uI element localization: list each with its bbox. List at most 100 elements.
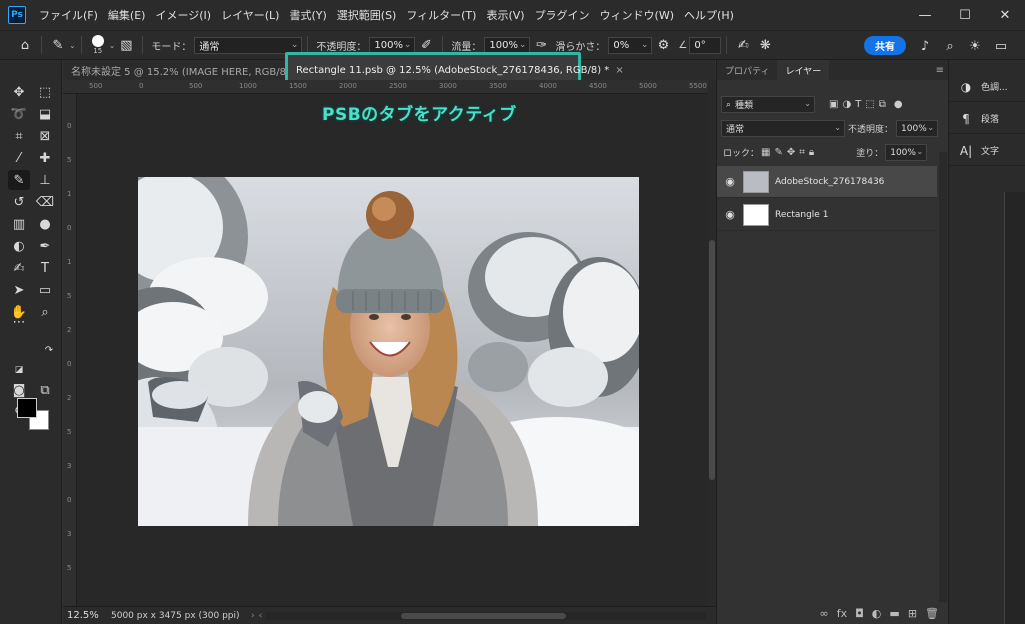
visibility-eye-icon[interactable]: ◉: [717, 175, 743, 188]
brush-preset-icon[interactable]: ✎: [47, 34, 69, 56]
canvas-vertical-scrollbar[interactable]: [708, 80, 716, 606]
chevron-down-icon[interactable]: ⌄: [109, 41, 116, 50]
layer-row[interactable]: ◉ Rectangle 1: [717, 199, 937, 231]
quick-mask-icon[interactable]: ◙: [8, 380, 30, 400]
object-select-tool-icon[interactable]: ⬓: [34, 104, 56, 124]
smoothing-field[interactable]: 0% ⌄: [608, 36, 653, 54]
share-button[interactable]: 共有: [864, 36, 906, 55]
scroll-thumb[interactable]: [709, 240, 715, 480]
trash-icon[interactable]: 🗑︎: [925, 607, 939, 620]
dock-paragraph[interactable]: ¶ 段落: [949, 104, 1025, 134]
lock-transparency-icon[interactable]: ▦: [761, 147, 770, 158]
filter-smart-object-icon[interactable]: ⧉: [879, 99, 886, 110]
gear-icon[interactable]: ⚙: [652, 34, 674, 56]
zoom-tool-icon[interactable]: ⌕: [34, 302, 56, 322]
menu-layer[interactable]: レイヤー(L): [216, 7, 284, 23]
marquee-tool-icon[interactable]: ⬚: [34, 82, 56, 102]
path-select-tool-icon[interactable]: ➤: [8, 280, 30, 300]
link-layers-icon[interactable]: ∞: [820, 607, 829, 620]
history-brush-tool-icon[interactable]: ↺: [8, 192, 30, 212]
swap-colors-icon[interactable]: ↷: [38, 340, 60, 360]
filter-type-icon[interactable]: T: [855, 99, 861, 110]
move-tool-icon[interactable]: ✥: [8, 82, 30, 102]
layer-style-icon[interactable]: fx: [837, 607, 847, 620]
workspace-icon[interactable]: ▭: [990, 35, 1012, 57]
crop-tool-icon[interactable]: ⌗: [8, 126, 30, 146]
discover-icon[interactable]: ☀: [964, 35, 986, 57]
menu-help[interactable]: ヘルプ(H): [679, 7, 739, 23]
fill-field[interactable]: 100% ⌄: [885, 144, 928, 161]
filter-pixel-icon[interactable]: ▣: [829, 99, 838, 110]
menu-type[interactable]: 書式(Y): [284, 7, 331, 23]
dock-adjustments[interactable]: ◑ 色調...: [949, 72, 1025, 102]
stamp-tool-icon[interactable]: ⊥: [34, 170, 56, 190]
close-window-button[interactable]: ✕: [985, 0, 1025, 30]
dodge-tool-icon[interactable]: ◐: [8, 236, 30, 256]
chevron-left-icon[interactable]: ‹: [259, 611, 263, 621]
maximize-button[interactable]: ☐: [945, 0, 985, 30]
menu-view[interactable]: 表示(V): [481, 7, 529, 23]
flow-field[interactable]: 100% ⌄: [484, 36, 531, 54]
panel-menu-icon[interactable]: ≡: [936, 65, 944, 76]
document-photo[interactable]: [138, 177, 639, 526]
new-group-icon[interactable]: ▬: [889, 607, 899, 620]
menu-file[interactable]: ファイル(F): [34, 7, 103, 23]
chevron-down-icon[interactable]: ⌄: [69, 41, 76, 50]
minimize-button[interactable]: —: [905, 0, 945, 30]
blend-mode-select[interactable]: 通常 ⌄: [721, 120, 845, 137]
add-mask-icon[interactable]: ◘: [855, 607, 864, 620]
filter-toggle-icon[interactable]: ●: [894, 99, 903, 110]
type-tool-icon[interactable]: T: [34, 258, 56, 278]
screen-mode-icon[interactable]: ⧉: [34, 380, 56, 400]
layers-scrollbar[interactable]: [939, 152, 947, 602]
scroll-thumb[interactable]: [401, 612, 567, 619]
menu-plugins[interactable]: プラグイン: [530, 7, 595, 23]
chevron-right-icon[interactable]: ›: [251, 611, 255, 621]
layer-opacity-field[interactable]: 100% ⌄: [896, 120, 939, 137]
brush-size-picker[interactable]: 15: [87, 35, 109, 55]
blur-tool-icon[interactable]: ●: [34, 214, 56, 234]
pen-tool-icon[interactable]: ✒: [34, 236, 56, 256]
frame-tool-icon[interactable]: ⊠: [34, 126, 56, 146]
pressure-size-icon[interactable]: ✍: [732, 34, 754, 56]
menu-filter[interactable]: フィルター(T): [401, 7, 481, 23]
lock-all-icon[interactable]: 🔒︎: [809, 147, 814, 158]
more-tools-icon[interactable]: ⋯: [8, 312, 30, 332]
eraser-tool-icon[interactable]: ⌫: [34, 192, 56, 212]
close-icon[interactable]: ×: [615, 65, 623, 76]
new-layer-icon[interactable]: ⊞: [908, 607, 917, 620]
menu-image[interactable]: イメージ(I): [150, 7, 216, 23]
healing-brush-tool-icon[interactable]: ✚: [34, 148, 56, 168]
brush-settings-icon[interactable]: ▧: [115, 34, 137, 56]
tab-layers[interactable]: レイヤー: [777, 60, 830, 80]
menu-select[interactable]: 選択範囲(S): [332, 7, 402, 23]
search-icon[interactable]: ⌕: [939, 35, 961, 57]
menu-window[interactable]: ウィンドウ(W): [595, 7, 679, 23]
rectangle-tool-icon[interactable]: ▭: [34, 280, 56, 300]
mode-select[interactable]: 通常 ⌄: [194, 36, 303, 54]
lock-pixels-icon[interactable]: ✎: [774, 147, 782, 158]
lock-position-icon[interactable]: ✥: [787, 147, 795, 158]
tab-properties[interactable]: プロパティ: [717, 60, 777, 80]
canvas-area[interactable]: [77, 94, 708, 606]
canvas-horizontal-scrollbar[interactable]: [266, 611, 707, 620]
lock-artboard-icon[interactable]: ⌗: [799, 147, 805, 158]
tab-untitled-5[interactable]: 名称未設定 5 @ 15.2% (IMAGE HERE, RGB/8) * ×: [71, 60, 312, 80]
lasso-tool-icon[interactable]: ➰: [8, 104, 30, 124]
foreground-color-swatch[interactable]: [17, 398, 37, 418]
opacity-field[interactable]: 100% ⌄: [369, 36, 416, 54]
symmetry-icon[interactable]: ❋: [754, 34, 776, 56]
zoom-level[interactable]: 12.5%: [67, 610, 111, 621]
dock-character[interactable]: A| 文字: [949, 136, 1025, 166]
adjustment-layer-icon[interactable]: ◐: [872, 607, 882, 620]
home-icon[interactable]: ⌂: [14, 34, 36, 56]
filter-adjustment-icon[interactable]: ◑: [842, 99, 851, 110]
brush-tool-icon[interactable]: ✎: [8, 170, 30, 190]
visibility-eye-icon[interactable]: ◉: [717, 208, 743, 221]
default-colors-icon[interactable]: ◪: [8, 360, 30, 380]
angle-field[interactable]: 0°: [689, 36, 722, 54]
menu-edit[interactable]: 編集(E): [103, 7, 151, 23]
document-info[interactable]: 5000 px x 3475 px (300 ppi): [111, 611, 251, 621]
gradient-tool-icon[interactable]: ▥: [8, 214, 30, 234]
freeform-pen-tool-icon[interactable]: ✍: [8, 258, 30, 278]
